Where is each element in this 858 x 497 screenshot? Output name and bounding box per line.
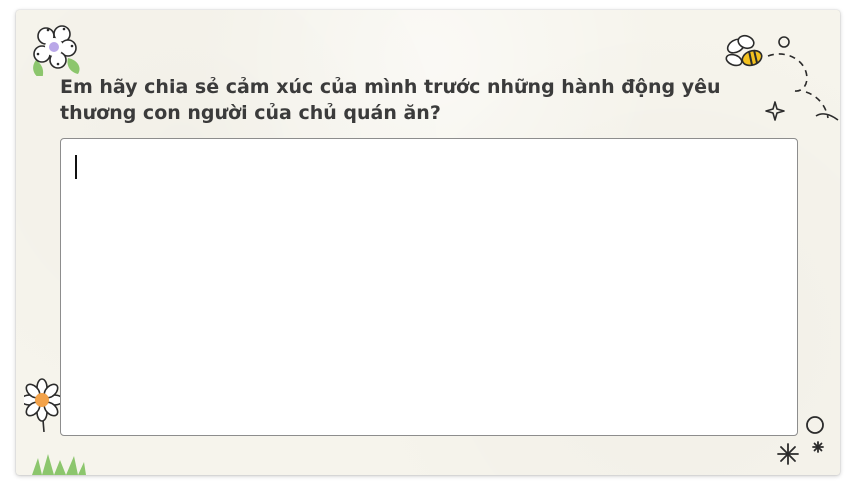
question-card: Em hãy chia sẻ cảm xúc của mình trước nh… [16, 10, 840, 475]
sparkle-icon [777, 441, 824, 465]
answer-textarea[interactable] [60, 138, 798, 436]
circle-icon [806, 416, 824, 434]
question-text: Em hãy chia sẻ cảm xúc của mình trước nh… [60, 76, 721, 124]
flower-icon [33, 25, 80, 76]
grass-icon [32, 454, 86, 475]
text-cursor [75, 155, 77, 179]
